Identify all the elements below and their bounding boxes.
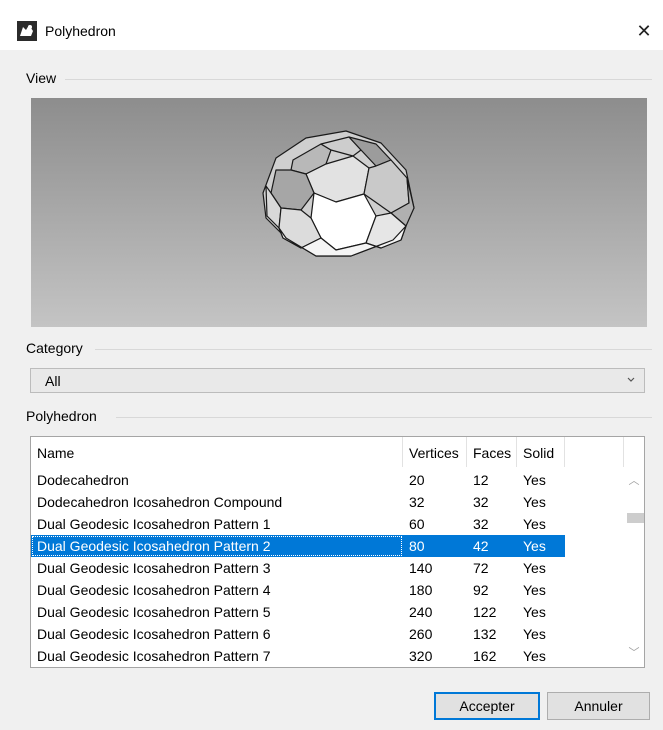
cell-vertices: 320 — [409, 648, 433, 664]
cell-name: Dodecahedron — [37, 472, 129, 488]
cell-solid: Yes — [523, 516, 546, 532]
polyhedron-preview-viewport[interactable] — [31, 98, 647, 327]
category-group-label: Category — [26, 340, 89, 356]
column-header-solid[interactable]: Solid — [517, 437, 565, 467]
chevron-down-icon — [627, 377, 635, 382]
cell-solid: Yes — [523, 494, 546, 510]
column-header-name[interactable]: Name — [31, 437, 403, 467]
table-row[interactable]: Dodecahedron 20 12 Yes — [31, 469, 624, 491]
cell-solid: Yes — [523, 472, 546, 488]
window-title: Polyhedron — [45, 23, 116, 39]
cell-name: Dual Geodesic Icosahedron Pattern 5 — [37, 604, 271, 620]
cell-name: Dodecahedron Icosahedron Compound — [37, 494, 283, 510]
column-header-filler — [565, 437, 624, 467]
table-row[interactable]: Dual Geodesic Icosahedron Pattern 4 180 92… — [31, 579, 624, 601]
view-group-label: View — [26, 70, 63, 86]
list-scrollbar[interactable]: ︿ ﹀ — [624, 467, 644, 667]
cell-vertices: 32 — [409, 494, 425, 510]
cancel-button[interactable]: Annuler — [547, 692, 650, 720]
table-row[interactable]: Dual Geodesic Icosahedron Pattern 2 80 42 Y… — [31, 535, 624, 557]
cell-faces: 92 — [473, 582, 489, 598]
cell-vertices: 20 — [409, 472, 425, 488]
cell-faces: 12 — [473, 472, 489, 488]
table-row[interactable]: Dual Geodesic Icosahedron Pattern 3 140 72… — [31, 557, 624, 579]
cell-solid: Yes — [523, 626, 546, 642]
cell-vertices: 140 — [409, 560, 433, 576]
cell-name: Dual Geodesic Icosahedron Pattern 7 — [37, 648, 271, 664]
cell-solid: Yes — [517, 535, 565, 557]
close-icon: ✕ — [636, 21, 652, 41]
category-dropdown[interactable]: All — [30, 368, 645, 393]
polyhedron-group-label: Polyhedron — [26, 408, 103, 424]
column-header-vertices[interactable]: Vertices — [403, 437, 467, 467]
scroll-thumb[interactable] — [627, 513, 644, 523]
polyhedron-model — [262, 130, 415, 257]
scroll-down-arrow-icon[interactable]: ﹀ — [624, 643, 644, 663]
category-selected-value: All — [45, 373, 61, 389]
table-row[interactable]: Dual Geodesic Icosahedron Pattern 7 320 16… — [31, 645, 624, 667]
accept-button[interactable]: Accepter — [434, 692, 540, 720]
table-row[interactable]: Dual Geodesic Icosahedron Pattern 5 240 12… — [31, 601, 624, 623]
cell-name: Dual Geodesic Icosahedron Pattern 6 — [37, 626, 271, 642]
cell-name: Dual Geodesic Icosahedron Pattern 1 — [37, 516, 271, 532]
cell-faces: 32 — [473, 494, 489, 510]
cell-name: Dual Geodesic Icosahedron Pattern 3 — [37, 560, 271, 576]
cell-vertices: 60 — [409, 516, 425, 532]
cell-vertices: 240 — [409, 604, 433, 620]
cell-solid: Yes — [523, 582, 546, 598]
cell-vertices: 80 — [403, 535, 467, 557]
scroll-up-arrow-icon[interactable]: ︿ — [624, 471, 644, 491]
close-button[interactable]: ✕ — [633, 18, 655, 44]
polyhedron-group-divider — [116, 417, 652, 418]
cell-name: Dual Geodesic Icosahedron Pattern 4 — [37, 582, 271, 598]
table-row[interactable]: Dodecahedron Icosahedron Compound 32 32 Yes — [31, 491, 624, 513]
category-group-divider — [95, 349, 652, 350]
cell-faces: 162 — [473, 648, 497, 664]
cell-faces: 122 — [473, 604, 497, 620]
cell-faces: 72 — [473, 560, 489, 576]
polyhedron-list[interactable]: Name Vertices Faces Solid Dodecahedron 20… — [30, 436, 645, 668]
column-header-faces[interactable]: Faces — [467, 437, 517, 467]
cell-vertices: 260 — [409, 626, 433, 642]
cell-solid: Yes — [523, 648, 546, 664]
cell-faces: 32 — [473, 516, 489, 532]
cell-faces: 132 — [473, 626, 497, 642]
cell-name: Dual Geodesic Icosahedron Pattern 2 — [31, 535, 403, 557]
cell-vertices: 180 — [409, 582, 433, 598]
view-group-divider — [65, 79, 652, 80]
cell-faces: 42 — [467, 535, 517, 557]
cell-solid: Yes — [523, 560, 546, 576]
rhino-app-icon — [17, 21, 37, 41]
cell-solid: Yes — [523, 604, 546, 620]
table-row[interactable]: Dual Geodesic Icosahedron Pattern 1 60 32 Y… — [31, 513, 624, 535]
table-row[interactable]: Dual Geodesic Icosahedron Pattern 6 260 13… — [31, 623, 624, 645]
title-bar: Polyhedron ✕ — [0, 0, 663, 50]
list-header: Name Vertices Faces Solid — [31, 437, 626, 467]
